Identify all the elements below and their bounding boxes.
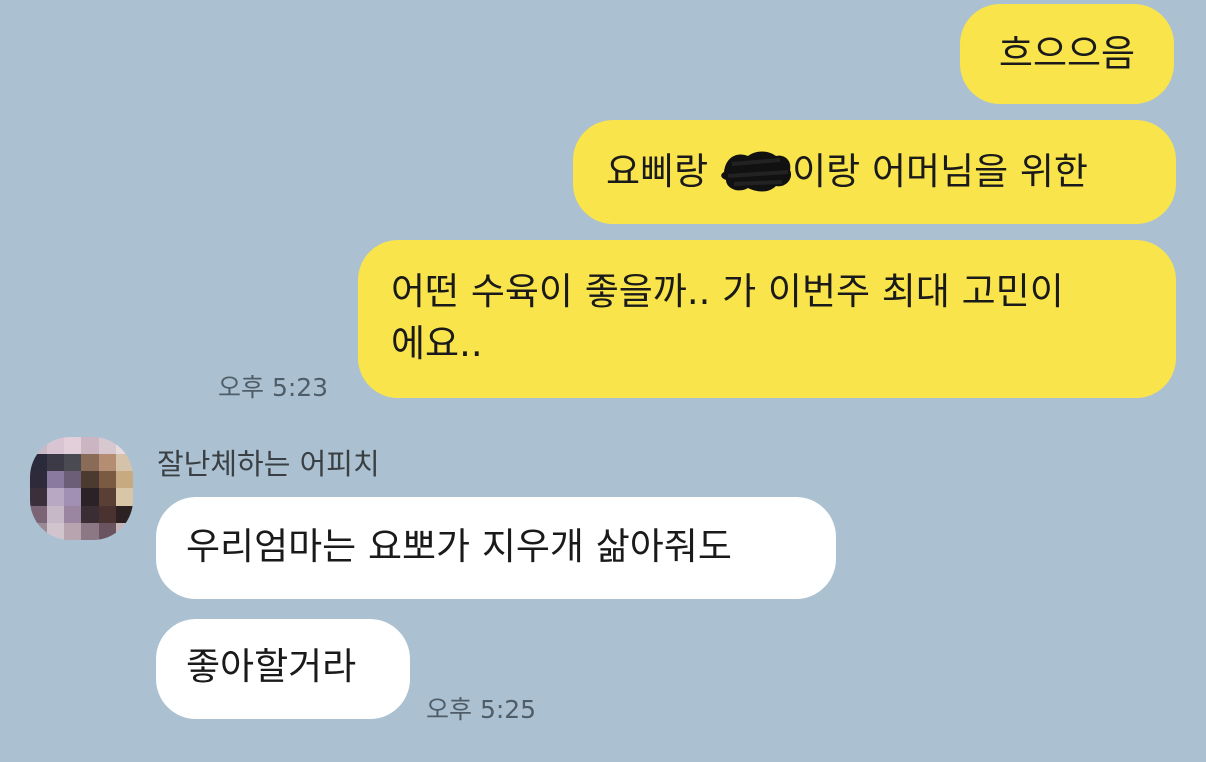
profile-avatar-icon[interactable]: [30, 437, 133, 540]
outgoing-message-1-text: 흐으으음: [998, 32, 1136, 75]
sender-name: 잘난체하는 어피치: [157, 447, 380, 481]
outgoing-message-3-line-1: 어떤 수육이 좋을까.. 가 이번주 최대 고민이: [391, 270, 1064, 313]
outgoing-message-3-line-2: 에요..: [391, 322, 483, 365]
incoming-message-1-text: 우리엄마는 요뽀가 지우개 삶아줘도: [186, 525, 732, 568]
incoming-message-1[interactable]: 우리엄마는 요뽀가 지우개 삶아줘도: [156, 497, 836, 599]
incoming-timestamp: 오후 5:25: [426, 695, 537, 724]
outgoing-message-2[interactable]: 요삐랑 이랑 어머님을 위한: [573, 120, 1176, 224]
outgoing-message-2-text-before: 요삐랑: [606, 150, 709, 193]
incoming-message-2[interactable]: 좋아할거라: [156, 619, 410, 719]
outgoing-message-3[interactable]: 어떤 수육이 좋을까.. 가 이번주 최대 고민이 에요..: [358, 240, 1176, 398]
incoming-message-2-text: 좋아할거라: [186, 645, 357, 688]
outgoing-message-1[interactable]: 흐으으음: [960, 4, 1174, 104]
outgoing-message-2-text-after: 이랑 어머님을 위한: [792, 150, 1088, 193]
redaction-scribble-icon: [721, 151, 792, 191]
outgoing-timestamp: 오후 5:23: [218, 373, 329, 402]
